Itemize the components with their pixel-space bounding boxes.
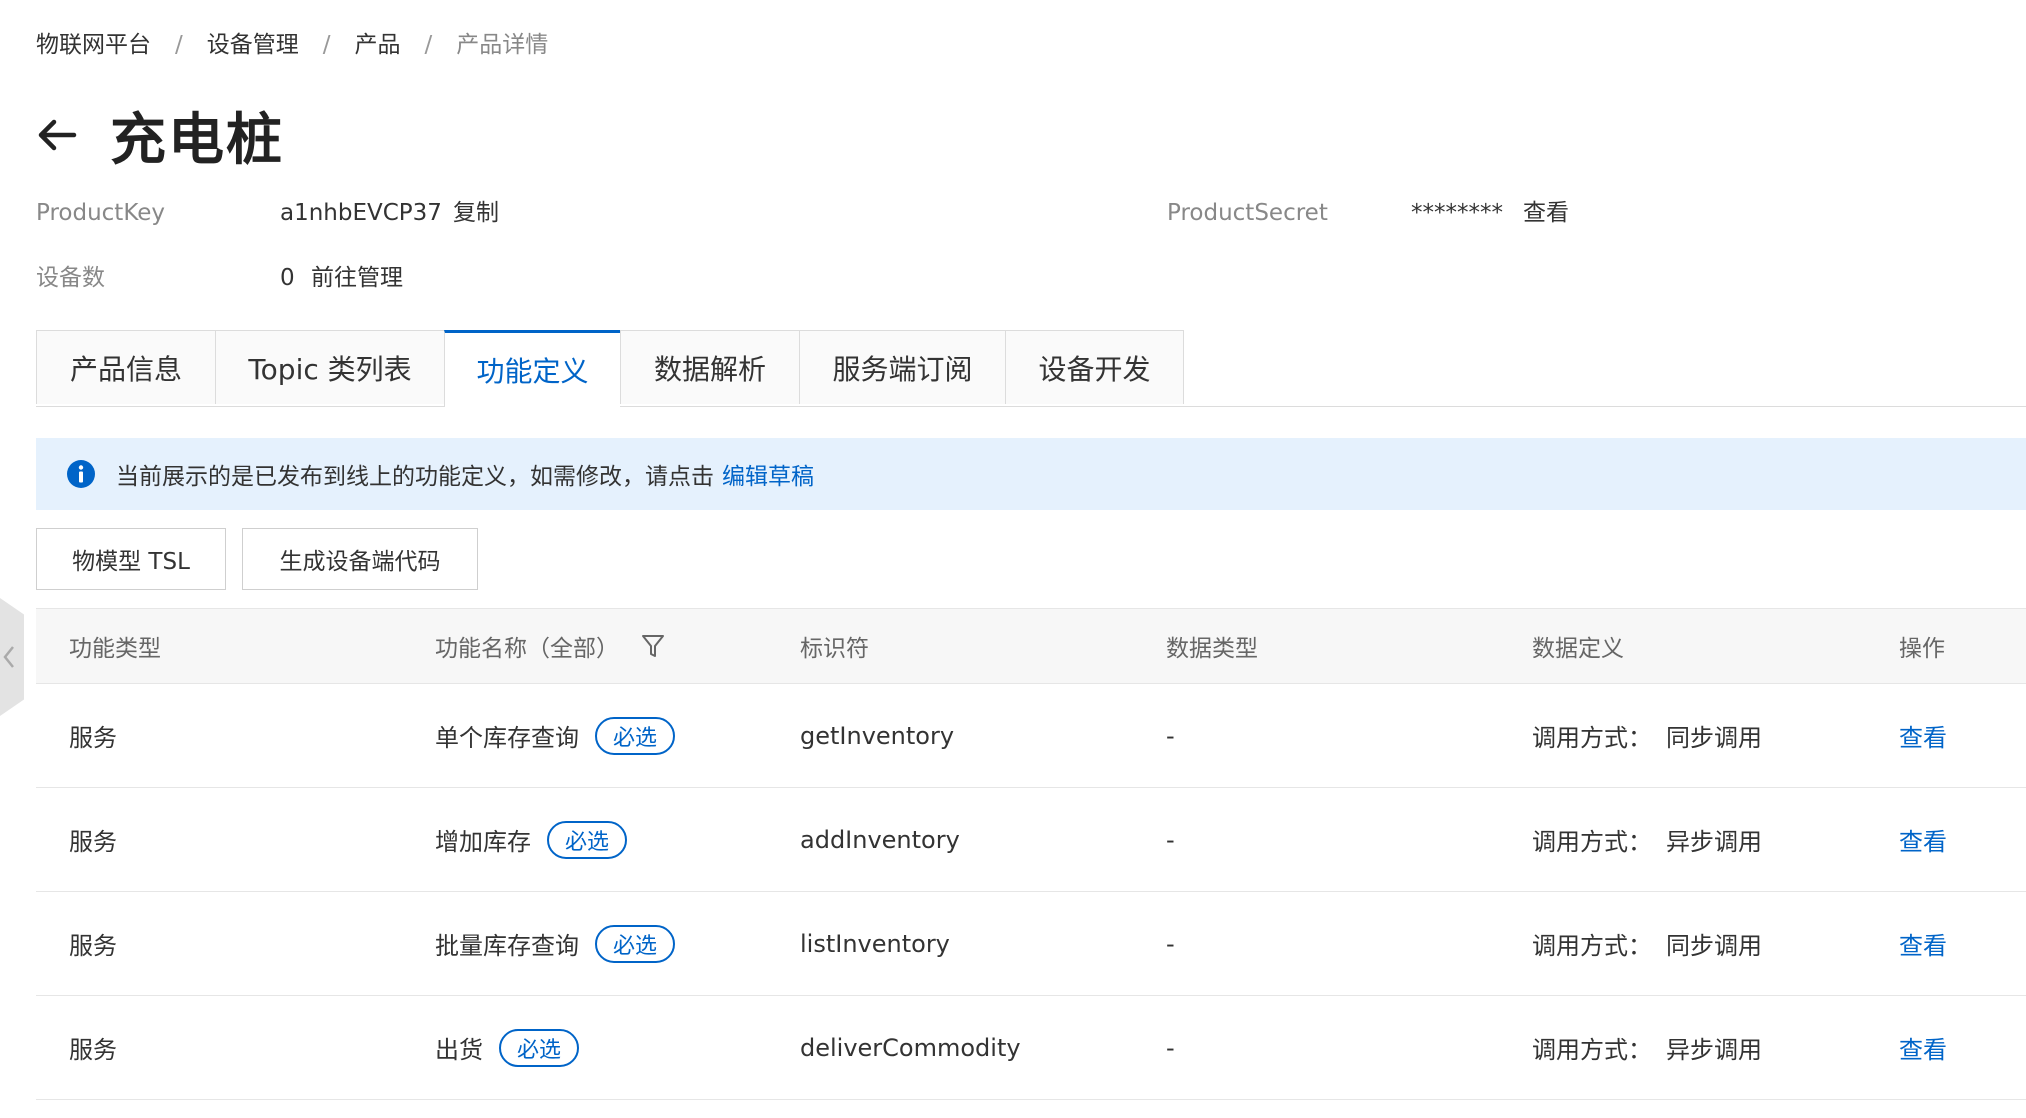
cell-identifier: addInventory: [800, 825, 960, 854]
call-mode-label: 调用方式：: [1532, 932, 1652, 960]
required-badge: 必选: [547, 820, 628, 859]
call-mode-value: 异步调用: [1666, 828, 1762, 856]
table-header: 功能类型 功能名称（全部） 标识符 数据类型 数据定义 操作: [36, 608, 2026, 684]
cell-data-type: -: [1166, 721, 1175, 750]
product-key-value: a1nhbEVCP37: [280, 200, 442, 226]
tab-product-info[interactable]: 产品信息: [36, 330, 215, 404]
info-icon: [67, 460, 95, 488]
cell-function-name: 批量库存查询 必选: [435, 892, 676, 995]
header-data-definition: 数据定义: [1532, 636, 1624, 662]
header-function-name: 功能名称（全部）: [435, 609, 665, 683]
table-row: 服务 增加库存 必选 addInventory - 调用方式： 异步调用 查看: [36, 788, 2026, 892]
arrow-left-icon[interactable]: [34, 112, 80, 158]
breadcrumb-separator: /: [322, 32, 331, 58]
cell-data-type: -: [1166, 1033, 1175, 1062]
view-action-link[interactable]: 查看: [1899, 788, 1947, 891]
call-mode-value: 同步调用: [1666, 724, 1762, 752]
cell-function-type: 服务: [69, 724, 117, 752]
table-row: 服务 单个库存查询 必选 getInventory - 调用方式： 同步调用 查…: [36, 684, 2026, 788]
info-alert: 当前展示的是已发布到线上的功能定义，如需修改，请点击 编辑草稿: [36, 438, 2026, 510]
edit-draft-link[interactable]: 编辑草稿: [722, 457, 814, 491]
alert-text: 当前展示的是已发布到线上的功能定义，如需修改，请点击: [116, 464, 714, 490]
cell-identifier: getInventory: [800, 721, 955, 750]
cell-data-definition: 调用方式： 异步调用: [1532, 996, 1762, 1099]
cell-identifier: deliverCommodity: [800, 1033, 1021, 1062]
function-name: 批量库存查询: [435, 932, 579, 960]
sidebar-collapse-handle[interactable]: [0, 598, 24, 716]
tab-device-development[interactable]: 设备开发: [1005, 330, 1184, 404]
function-name: 单个库存查询: [435, 724, 579, 752]
filter-icon[interactable]: [641, 633, 665, 659]
call-mode-label: 调用方式：: [1532, 1036, 1652, 1064]
generate-code-button[interactable]: 生成设备端代码: [242, 528, 478, 590]
product-secret-label: ProductSecret: [1167, 200, 1328, 226]
title-row: 充电桩: [34, 100, 284, 173]
function-name: 出货: [435, 1036, 483, 1064]
page: 物联网平台 / 设备管理 / 产品 / 产品详情 充电桩 ProductKey …: [0, 0, 2026, 1118]
header-actions: 操作: [1899, 636, 1945, 662]
cell-identifier: listInventory: [800, 929, 950, 958]
breadcrumb-separator: /: [424, 32, 433, 58]
breadcrumb-item-iot-platform[interactable]: 物联网平台: [36, 28, 151, 62]
header-data-type: 数据类型: [1166, 636, 1258, 662]
required-badge: 必选: [595, 716, 676, 755]
page-title: 充电桩: [110, 107, 284, 173]
cell-function-type: 服务: [69, 932, 117, 960]
cell-function-name: 出货 必选: [435, 996, 580, 1099]
tsl-button[interactable]: 物模型 TSL: [36, 528, 226, 590]
view-action-link[interactable]: 查看: [1899, 684, 1947, 787]
cell-function-name: 增加库存 必选: [435, 788, 628, 891]
header-identifier: 标识符: [800, 636, 869, 662]
cell-function-name: 单个库存查询 必选: [435, 684, 676, 787]
call-mode-label: 调用方式：: [1532, 724, 1652, 752]
tab-function-definition[interactable]: 功能定义: [444, 330, 620, 407]
function-name: 增加库存: [435, 828, 531, 856]
breadcrumb: 物联网平台 / 设备管理 / 产品 / 产品详情: [36, 28, 548, 62]
header-function-type: 功能类型: [69, 636, 161, 662]
breadcrumb-separator: /: [175, 32, 183, 58]
cell-function-type: 服务: [69, 1036, 117, 1064]
breadcrumb-item-device-management[interactable]: 设备管理: [207, 28, 299, 62]
device-count-value: 0: [280, 265, 295, 291]
header-function-name-label: 功能名称（全部）: [435, 636, 619, 662]
device-count-label: 设备数: [36, 265, 105, 291]
table-row: 服务 出货 必选 deliverCommodity - 调用方式： 异步调用 查…: [36, 996, 2026, 1100]
cell-data-type: -: [1166, 929, 1175, 958]
table-row: 服务 批量库存查询 必选 listInventory - 调用方式： 同步调用 …: [36, 892, 2026, 996]
breadcrumb-item-product[interactable]: 产品: [355, 28, 401, 62]
call-mode-value: 同步调用: [1666, 932, 1762, 960]
chevron-left-icon: [3, 646, 14, 668]
product-secret-value: ********: [1411, 200, 1503, 226]
cell-data-definition: 调用方式： 同步调用: [1532, 684, 1762, 787]
required-badge: 必选: [499, 1028, 580, 1067]
cell-data-definition: 调用方式： 异步调用: [1532, 788, 1762, 891]
breadcrumb-item-product-detail: 产品详情: [456, 32, 549, 58]
cell-data-definition: 调用方式： 同步调用: [1532, 892, 1762, 995]
call-mode-value: 异步调用: [1666, 1036, 1762, 1064]
view-action-link[interactable]: 查看: [1899, 996, 1947, 1099]
cell-function-type: 服务: [69, 828, 117, 856]
view-secret-link[interactable]: 查看: [1523, 196, 1569, 230]
function-table: 功能类型 功能名称（全部） 标识符 数据类型 数据定义 操作 服务 单个库存查询…: [36, 608, 2026, 1100]
call-mode-label: 调用方式：: [1532, 828, 1652, 856]
copy-link[interactable]: 复制: [453, 196, 499, 230]
tab-server-subscription[interactable]: 服务端订阅: [799, 330, 1005, 404]
view-action-link[interactable]: 查看: [1899, 892, 1947, 995]
cell-data-type: -: [1166, 825, 1175, 854]
product-key-label: ProductKey: [36, 200, 166, 226]
required-badge: 必选: [595, 924, 676, 963]
manage-devices-link[interactable]: 前往管理: [311, 261, 403, 295]
tab-topic-list[interactable]: Topic 类列表: [215, 330, 444, 404]
tab-data-parsing[interactable]: 数据解析: [620, 330, 799, 404]
tab-bar: 产品信息 Topic 类列表 功能定义 数据解析 服务端订阅 设备开发: [36, 330, 2026, 407]
